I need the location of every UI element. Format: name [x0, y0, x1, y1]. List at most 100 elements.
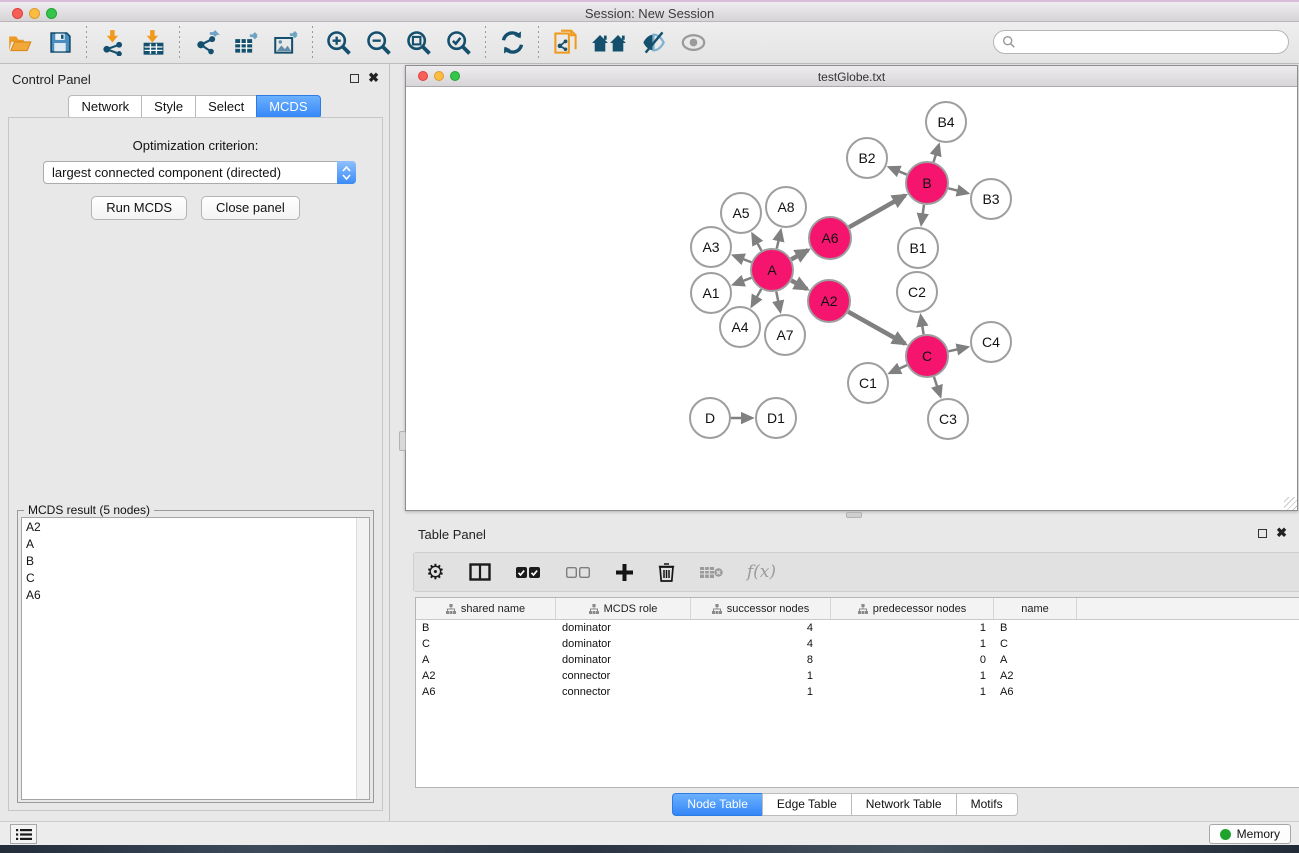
mcds-list-scrollbar[interactable] [356, 518, 369, 799]
save-session-button[interactable] [45, 28, 75, 58]
table-row[interactable]: A2connector11A2 [416, 668, 1299, 684]
zoom-selected-button[interactable] [444, 28, 474, 58]
export-image-button[interactable] [271, 28, 301, 58]
edge-B-B1[interactable] [921, 205, 924, 224]
column-header-successor-nodes[interactable]: successor nodes [691, 598, 831, 619]
node-B4[interactable]: B4 [926, 102, 966, 142]
column-header-name[interactable]: name [994, 598, 1077, 619]
node-A[interactable]: A [751, 249, 793, 291]
node-B[interactable]: B [906, 162, 948, 204]
mcds-result-item[interactable]: A [22, 535, 369, 552]
node-A3[interactable]: A3 [691, 227, 731, 267]
column-header-shared-name[interactable]: shared name [416, 598, 556, 619]
memory-button[interactable]: Memory [1209, 824, 1291, 844]
edge-C-C3[interactable] [934, 377, 940, 396]
tab-network-table[interactable]: Network Table [851, 793, 956, 816]
tab-select[interactable]: Select [195, 95, 256, 119]
close-panel-button2[interactable]: Close panel [201, 196, 300, 220]
node-A8[interactable]: A8 [766, 187, 806, 227]
table-close-button[interactable]: ✖ [1276, 525, 1287, 541]
tab-node-table[interactable]: Node Table [672, 793, 762, 816]
node-D[interactable]: D [690, 398, 730, 438]
tab-style[interactable]: Style [141, 95, 195, 119]
zoom-in-button[interactable] [324, 28, 354, 58]
table-row[interactable]: A6connector11A6 [416, 684, 1299, 700]
edge-C-C2[interactable] [921, 316, 924, 335]
import-table-button[interactable] [138, 28, 168, 58]
show-graphics-details-button[interactable] [638, 28, 668, 58]
edge-A2-C[interactable] [848, 312, 905, 344]
node-A2[interactable]: A2 [808, 280, 850, 322]
run-mcds-button[interactable]: Run MCDS [91, 196, 187, 220]
edge-B-B4[interactable] [934, 145, 939, 162]
edge-A-A2[interactable] [791, 281, 807, 290]
function-builder-button[interactable]: f(x) [747, 562, 776, 582]
edge-A-A5[interactable] [752, 234, 761, 251]
node-C2[interactable]: C2 [897, 272, 937, 312]
edge-C-C4[interactable] [948, 347, 967, 351]
node-A4[interactable]: A4 [720, 307, 760, 347]
delete-column-button[interactable] [658, 562, 675, 582]
node-C1[interactable]: C1 [848, 363, 888, 403]
node-B2[interactable]: B2 [847, 138, 887, 178]
tab-mcds[interactable]: MCDS [256, 95, 320, 119]
show-columns-button[interactable] [469, 563, 491, 581]
node-B3[interactable]: B3 [971, 179, 1011, 219]
deselect-all-columns-button[interactable] [565, 566, 591, 579]
node-C3[interactable]: C3 [928, 399, 968, 439]
node-A5[interactable]: A5 [721, 193, 761, 233]
network-vertical-scrollbar-thumb[interactable] [399, 431, 406, 451]
edge-B-B2[interactable] [889, 167, 907, 174]
edge-A-A1[interactable] [733, 278, 751, 285]
open-session-button[interactable] [5, 28, 35, 58]
zoom-fit-button[interactable] [404, 28, 434, 58]
tab-motifs[interactable]: Motifs [956, 793, 1018, 816]
table-float-button[interactable] [1258, 527, 1267, 541]
tab-edge-table[interactable]: Edge Table [762, 793, 851, 816]
table-row[interactable]: Cdominator41C [416, 636, 1299, 652]
edge-C-C1[interactable] [890, 365, 907, 373]
export-network-button[interactable] [191, 28, 221, 58]
node-C4[interactable]: C4 [971, 322, 1011, 362]
edge-B-B3[interactable] [948, 188, 967, 193]
export-table-button[interactable] [231, 28, 261, 58]
mcds-result-item[interactable]: A2 [22, 518, 369, 535]
network-horizontal-scrollbar-thumb[interactable] [846, 512, 862, 518]
column-header-predecessor-nodes[interactable]: predecessor nodes [831, 598, 994, 619]
zoom-out-button[interactable] [364, 28, 394, 58]
node-A6[interactable]: A6 [809, 217, 851, 259]
table-settings-button[interactable]: ⚙ [426, 562, 445, 583]
edge-A6-B[interactable] [849, 195, 905, 227]
search-field[interactable] [993, 30, 1289, 54]
network-window-titlebar[interactable]: testGlobe.txt [406, 66, 1297, 87]
criterion-dropdown[interactable]: largest connected component (directed) [43, 161, 356, 184]
edge-A-A4[interactable] [752, 289, 761, 306]
apply-layout-button[interactable] [497, 28, 527, 58]
edge-A-A7[interactable] [776, 292, 780, 312]
column-header-MCDS-role[interactable]: MCDS role [556, 598, 691, 619]
network-resize-grip[interactable] [1284, 497, 1297, 510]
import-network-button[interactable] [98, 28, 128, 58]
node-A1[interactable]: A1 [691, 273, 731, 313]
mcds-result-item[interactable]: C [22, 569, 369, 586]
node-D1[interactable]: D1 [756, 398, 796, 438]
mcds-result-item[interactable]: A6 [22, 586, 369, 603]
select-all-columns-button[interactable] [515, 566, 541, 579]
duplicate-network-button[interactable] [550, 28, 580, 58]
float-panel-button[interactable] [350, 72, 359, 86]
tab-network[interactable]: Network [68, 95, 141, 119]
overview-button[interactable] [590, 28, 628, 58]
edge-A-A8[interactable] [777, 230, 781, 248]
table-row[interactable]: Adominator80A [416, 652, 1299, 668]
task-history-button[interactable] [10, 824, 37, 844]
close-panel-button[interactable]: ✖ [368, 70, 379, 86]
node-A7[interactable]: A7 [765, 315, 805, 355]
edge-A-A6[interactable] [791, 250, 808, 259]
create-column-button[interactable] [615, 563, 634, 582]
edge-A-A3[interactable] [733, 255, 751, 262]
node-C[interactable]: C [906, 335, 948, 377]
node-B1[interactable]: B1 [898, 228, 938, 268]
table-row[interactable]: Bdominator41B [416, 620, 1299, 636]
delete-table-button[interactable] [699, 565, 723, 580]
mcds-result-item[interactable]: B [22, 552, 369, 569]
